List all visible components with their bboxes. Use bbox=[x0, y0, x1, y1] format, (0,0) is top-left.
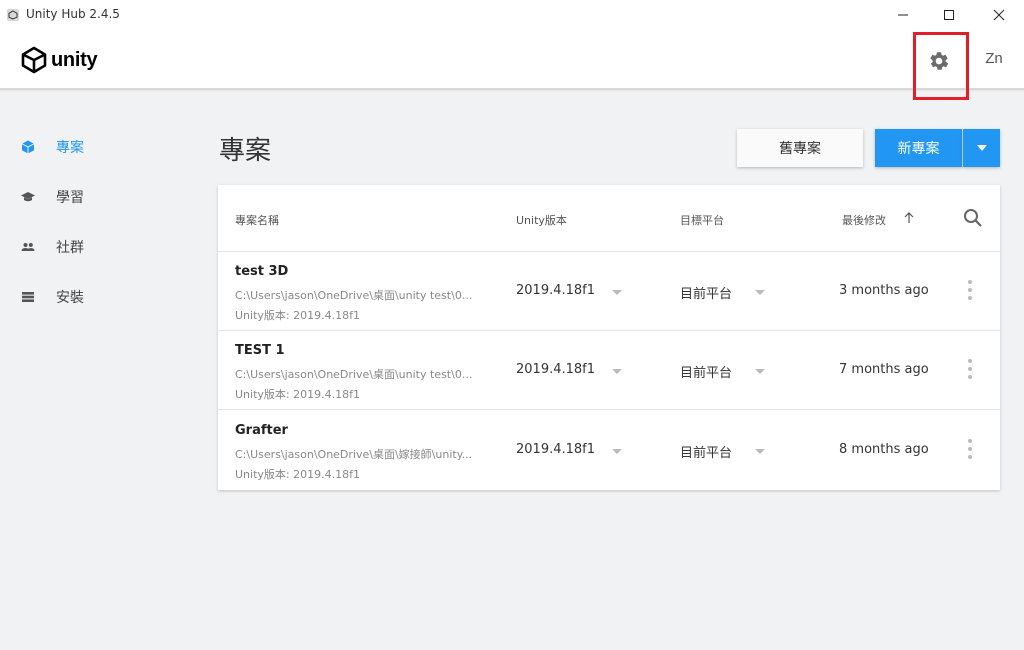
new-project-button[interactable]: 新專案 bbox=[875, 129, 962, 167]
chevron-down-icon[interactable] bbox=[755, 449, 765, 454]
column-header-platform[interactable]: 目標平台 bbox=[680, 212, 724, 228]
chevron-down-icon[interactable] bbox=[612, 449, 622, 454]
column-header-name[interactable]: 專案名稱 bbox=[235, 212, 279, 228]
close-icon bbox=[993, 9, 1005, 21]
sidebar-item-community[interactable]: 社群 bbox=[0, 222, 200, 272]
project-unity-version-line: Unity版本: 2019.4.18f1 bbox=[235, 309, 360, 322]
new-project-dropdown-button[interactable] bbox=[963, 129, 1000, 167]
close-button[interactable] bbox=[976, 0, 1022, 30]
logo-text: unity bbox=[51, 48, 98, 71]
sort-arrow-up-icon[interactable] bbox=[902, 211, 916, 225]
list-icon bbox=[20, 289, 36, 305]
sidebar-item-label: 專案 bbox=[56, 140, 84, 156]
settings-highlight-box bbox=[913, 32, 969, 100]
table-row[interactable]: TEST 1 C:\Users\jason\OneDrive\桌面\unity … bbox=[218, 331, 1000, 410]
project-path: C:\Users\jason\OneDrive\桌面\嫁接師\unity... bbox=[235, 448, 473, 461]
last-modified: 8 months ago bbox=[839, 442, 929, 457]
sidebar-item-label: 安裝 bbox=[56, 290, 84, 306]
sidebar-item-learn[interactable]: 學習 bbox=[0, 172, 200, 222]
platform-select[interactable]: 目前平台 bbox=[680, 362, 732, 381]
sidebar-item-installs[interactable]: 安裝 bbox=[0, 272, 200, 322]
version-select[interactable]: 2019.4.18f1 bbox=[516, 283, 595, 298]
project-unity-version-line: Unity版本: 2019.4.18f1 bbox=[235, 468, 360, 481]
chevron-down-icon[interactable] bbox=[612, 369, 622, 374]
unity-logo: unity bbox=[20, 46, 98, 74]
window-title: Unity Hub 2.4.5 bbox=[26, 7, 120, 21]
app-header: unity Zn bbox=[0, 30, 1024, 100]
projects-table: 專案名稱 Unity版本 目標平台 最後修改 test 3D C:\Users\… bbox=[218, 185, 1000, 490]
chevron-down-icon[interactable] bbox=[755, 369, 765, 374]
last-modified: 7 months ago bbox=[839, 362, 929, 377]
more-options-icon[interactable] bbox=[964, 439, 976, 459]
platform-select[interactable]: 目前平台 bbox=[680, 442, 732, 461]
maximize-button[interactable] bbox=[926, 0, 972, 30]
project-name: test 3D bbox=[235, 264, 289, 279]
page-title: 專案 bbox=[219, 136, 272, 166]
maximize-icon bbox=[944, 10, 954, 20]
unity-app-icon bbox=[7, 9, 19, 21]
chevron-down-icon[interactable] bbox=[612, 290, 622, 295]
project-path: C:\Users\jason\OneDrive\桌面\unity test\0.… bbox=[235, 368, 473, 381]
people-icon bbox=[20, 239, 36, 255]
project-path: C:\Users\jason\OneDrive\桌面\unity test\0.… bbox=[235, 289, 473, 302]
table-row[interactable]: test 3D C:\Users\jason\OneDrive\桌面\unity… bbox=[218, 252, 1000, 331]
sidebar: 專案 學習 社群 安裝 bbox=[0, 122, 200, 322]
project-name: TEST 1 bbox=[235, 343, 285, 358]
last-modified: 3 months ago bbox=[839, 283, 929, 298]
column-header-version[interactable]: Unity版本 bbox=[516, 212, 567, 228]
column-header-modified[interactable]: 最後修改 bbox=[842, 212, 886, 228]
more-options-icon[interactable] bbox=[964, 359, 976, 379]
project-unity-version-line: Unity版本: 2019.4.18f1 bbox=[235, 388, 360, 401]
sidebar-item-projects[interactable]: 專案 bbox=[0, 122, 200, 172]
platform-select[interactable]: 目前平台 bbox=[680, 283, 732, 302]
cube-icon bbox=[20, 139, 36, 155]
open-project-button[interactable]: 舊專案 bbox=[737, 129, 863, 167]
minimize-button[interactable] bbox=[880, 0, 926, 30]
table-row[interactable]: Grafter C:\Users\jason\OneDrive\桌面\嫁接師\u… bbox=[218, 411, 1000, 490]
minimize-icon bbox=[898, 14, 908, 16]
chevron-down-icon[interactable] bbox=[755, 290, 765, 295]
graduation-cap-icon bbox=[20, 189, 36, 205]
sidebar-item-label: 社群 bbox=[56, 240, 84, 256]
project-name: Grafter bbox=[235, 423, 288, 438]
version-select[interactable]: 2019.4.18f1 bbox=[516, 362, 595, 377]
version-select[interactable]: 2019.4.18f1 bbox=[516, 442, 595, 457]
more-options-icon[interactable] bbox=[964, 280, 976, 300]
search-icon[interactable] bbox=[962, 207, 984, 229]
title-bar: Unity Hub 2.4.5 bbox=[0, 0, 1024, 30]
account-avatar[interactable]: Zn bbox=[980, 50, 1008, 67]
sidebar-item-label: 學習 bbox=[56, 190, 84, 206]
chevron-down-icon bbox=[976, 145, 987, 151]
table-header: 專案名稱 Unity版本 目標平台 最後修改 bbox=[218, 185, 1000, 252]
unity-logo-icon bbox=[21, 46, 47, 74]
